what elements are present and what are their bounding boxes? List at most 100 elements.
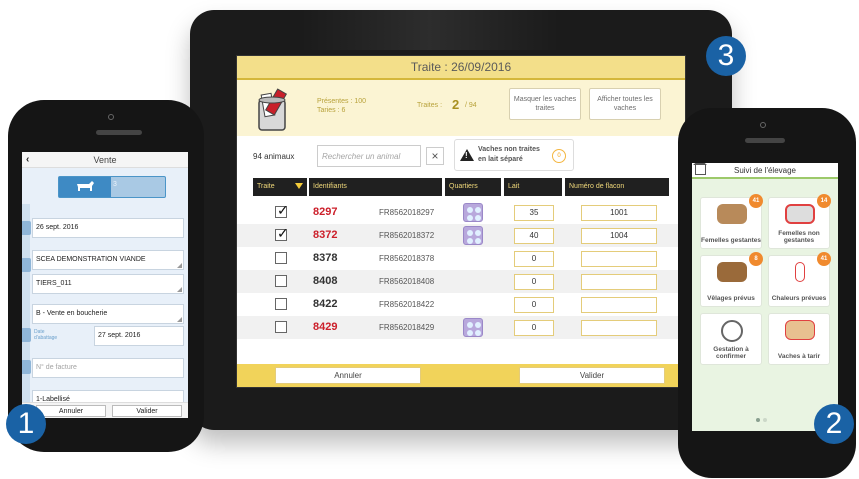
animal-id: 8422	[313, 298, 338, 310]
sale-form: 3 26 sept. 2016 SCEA DEMONSTRATION VIAND…	[22, 168, 188, 410]
warning-exclamation: !	[465, 151, 468, 160]
slaughter-date-field[interactable]: 27 sept. 2016	[94, 326, 184, 346]
tile-pregnancy-to-confirm[interactable]: Gestation à confirmer	[700, 313, 762, 365]
date-field[interactable]: 26 sept. 2016	[32, 218, 184, 238]
validate-button[interactable]: Valider	[519, 367, 665, 384]
ultrasound-icon	[721, 320, 743, 342]
flask-number-input[interactable]	[581, 251, 657, 267]
tile-cows-to-dry[interactable]: Vaches à tarir	[768, 313, 830, 365]
thermometer-icon	[795, 262, 805, 282]
herd-header: Suivi de l'élevage	[692, 163, 838, 179]
presentes-text: Présentes : 100	[317, 98, 367, 105]
row-checkbox[interactable]: ✓	[275, 202, 289, 218]
home-icon[interactable]	[693, 163, 707, 175]
warning-text: Vaches non traites en lait séparé	[478, 146, 540, 163]
table-row[interactable]: ✓ 8372 FR8562018372 40 1004	[237, 224, 685, 247]
row-checkbox[interactable]	[275, 321, 287, 333]
herd-title: Suivi de l'élevage	[733, 166, 796, 175]
show-all-button[interactable]: Afficher toutes les vaches	[589, 88, 661, 120]
tab-cow-selected[interactable]	[59, 177, 111, 197]
animal-id: 8297	[313, 206, 338, 218]
page-title: Traite : 26/09/2016	[237, 56, 685, 80]
phone-speaker	[96, 130, 142, 135]
milk-quantity-input[interactable]: 0	[514, 320, 554, 336]
table-row[interactable]: 8422 FR8562018422 0	[237, 293, 685, 316]
sale-action-bar: Annuler Valider	[22, 402, 188, 418]
validate-button[interactable]: Valider	[112, 405, 182, 417]
cancel-button[interactable]: Annuler	[275, 367, 421, 384]
hide-milked-button[interactable]: Masquer les vaches traites	[509, 88, 581, 120]
row-checkbox[interactable]: ✓	[275, 225, 289, 241]
milk-bucket-icon	[258, 88, 288, 131]
phone-camera	[760, 122, 766, 128]
separated-milk-alert[interactable]: ! Vaches non traites en lait séparé 0	[454, 139, 574, 171]
milk-quantity-input[interactable]: 0	[514, 251, 554, 267]
clear-search-button[interactable]: ×	[426, 147, 444, 165]
checkmark-icon: ✓	[277, 225, 289, 241]
phone-camera	[108, 114, 114, 120]
tile-label: Chaleurs prévues	[771, 295, 827, 302]
cow-calf-icon	[717, 262, 747, 282]
flask-number-input[interactable]	[581, 320, 657, 336]
cow-icon	[77, 181, 94, 191]
row-checkbox[interactable]	[275, 275, 287, 287]
row-checkbox[interactable]	[275, 252, 287, 264]
search-input[interactable]: Rechercher un animal	[317, 145, 421, 167]
slaughter-date-label: Date d'abattage	[34, 329, 58, 341]
count-badge: 41	[749, 194, 763, 208]
col-flacon[interactable]: Numéro de flacon	[565, 178, 669, 196]
table-row[interactable]: 8429 FR8562018429 0	[237, 316, 685, 339]
animal-count: 94 animaux	[253, 152, 295, 161]
milk-quantity-input[interactable]: 40	[514, 228, 554, 244]
tile-pregnant-females[interactable]: 41 Femelles gestantes	[700, 194, 763, 249]
info-icon	[22, 328, 31, 342]
tiers-field[interactable]: TIERS_011	[32, 274, 184, 294]
col-lait[interactable]: Lait	[504, 178, 562, 196]
filter-arrow-icon[interactable]	[295, 183, 303, 189]
animal-id: 8378	[313, 252, 338, 264]
table-row[interactable]: 8378 FR8562018378 0	[237, 247, 685, 270]
tile-label: Vaches à tarir	[777, 353, 821, 360]
flask-number-input[interactable]: 1001	[581, 205, 657, 221]
row-checkbox[interactable]	[275, 298, 287, 310]
page-indicator[interactable]	[756, 409, 770, 427]
count-badge: 41	[817, 252, 831, 266]
table-row[interactable]: ✓ 8297 FR8562018297 35 1001	[237, 201, 685, 224]
sale-header: ‹ Vente	[22, 152, 188, 168]
milking-summary: Présentes : 100 Taries : 6 Traites : 2 /…	[237, 80, 685, 136]
invoice-number-field[interactable]: N° de facture	[32, 358, 184, 378]
table-row[interactable]: 8408 FR8562018408 0	[237, 270, 685, 293]
milk-quantity-input[interactable]: 0	[514, 297, 554, 313]
flask-number-input[interactable]	[581, 274, 657, 290]
person-icon	[22, 258, 31, 272]
calendar-icon	[22, 221, 31, 235]
udder-quarters-icon[interactable]	[463, 226, 483, 245]
udder-quarters-icon[interactable]	[463, 203, 483, 222]
marker-2: 2	[814, 404, 854, 444]
tab-herd-count[interactable]: 3	[113, 181, 117, 188]
right-phone-screen: Suivi de l'élevage 41 Femelles gestantes…	[692, 163, 838, 431]
animal-tabs[interactable]: 3	[58, 176, 166, 198]
animal-id: 8372	[313, 229, 338, 241]
flask-number-input[interactable]: 1004	[581, 228, 657, 244]
col-traite[interactable]: Traite	[253, 178, 307, 196]
animal-fr-number: FR8562018372	[379, 231, 435, 240]
sale-type-field[interactable]: B - Vente en boucherie	[32, 304, 184, 324]
client-field[interactable]: SCEA DEMONSTRATION VIANDE	[32, 250, 184, 270]
animal-fr-number: FR8562018429	[379, 323, 435, 332]
tile-non-pregnant-females[interactable]: 14 Femelles non gestantes	[768, 194, 831, 249]
cancel-button[interactable]: Annuler	[36, 405, 106, 417]
back-icon[interactable]: ‹	[26, 152, 29, 168]
flask-number-input[interactable]	[581, 297, 657, 313]
milk-quantity-input[interactable]: 35	[514, 205, 554, 221]
tablet-screen: Traite : 26/09/2016 Présentes : 100 Tari…	[236, 55, 686, 388]
left-phone-screen: ‹ Vente 3 26 sept. 2016 SCEA DEMONSTRATI…	[22, 152, 188, 418]
tile-expected-calvings[interactable]: 8 Vêlages prévus	[700, 252, 763, 307]
col-quartiers[interactable]: Quartiers	[445, 178, 501, 196]
milk-quantity-input[interactable]: 0	[514, 274, 554, 290]
table-toolbar: 94 animaux Rechercher un animal × ! Vach…	[237, 136, 685, 178]
warning-count-badge: 0	[552, 149, 566, 163]
tile-expected-heats[interactable]: 41 Chaleurs prévues	[768, 252, 831, 307]
col-identifiants[interactable]: Identifiants	[309, 178, 442, 196]
udder-quarters-icon[interactable]	[463, 318, 483, 337]
